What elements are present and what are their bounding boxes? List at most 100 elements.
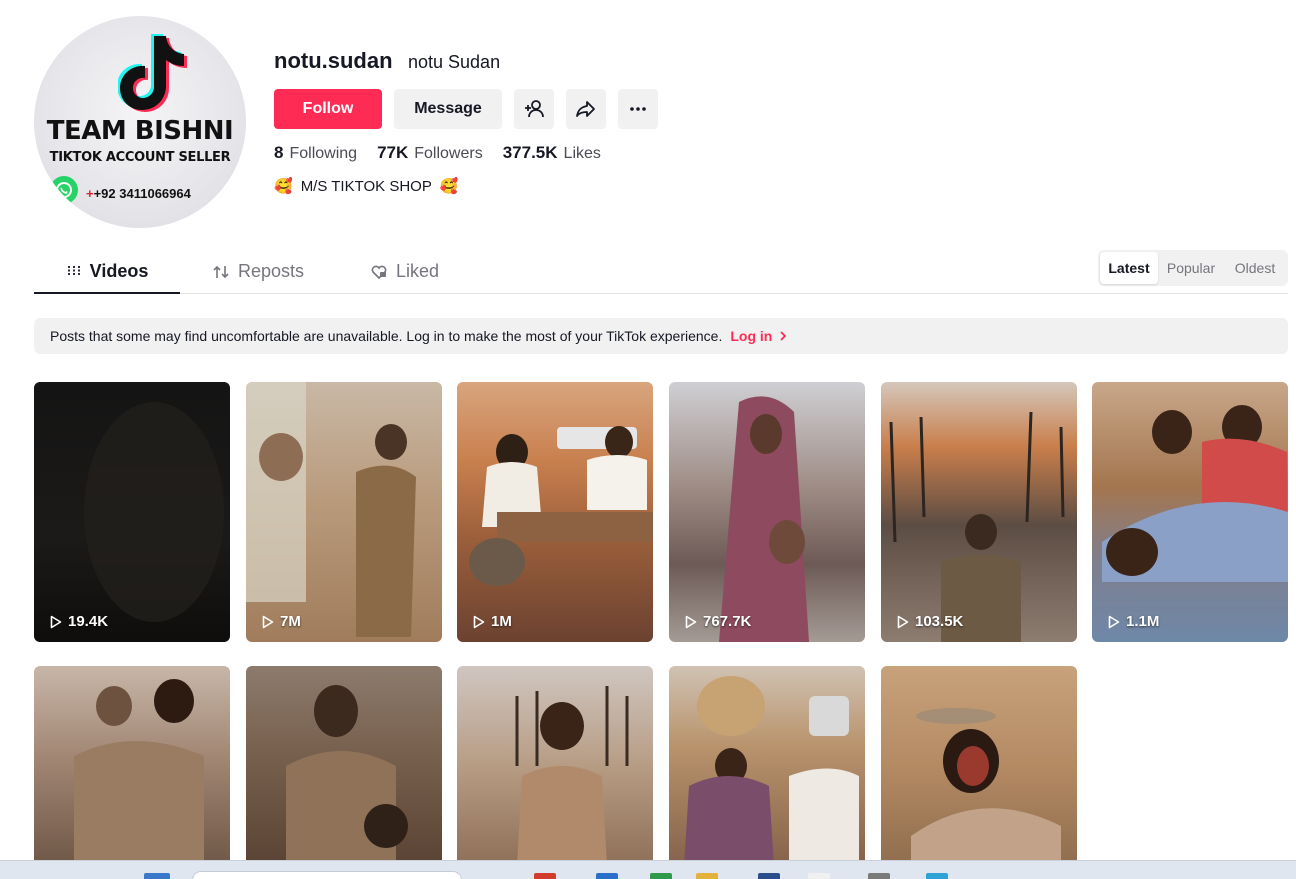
following-label: Following (289, 145, 358, 162)
tab-reposts-label: Reposts (238, 261, 305, 281)
heart-lock-icon (371, 265, 387, 279)
video-thumbnail (889, 411, 1065, 642)
followers-label: Followers (414, 145, 483, 162)
following-stat[interactable]: 8 Following (274, 143, 357, 163)
followers-count: 77K (377, 143, 409, 162)
repost-icon (213, 265, 229, 278)
sort-popular-button[interactable]: Popular (1158, 252, 1224, 284)
play-icon (262, 615, 274, 628)
edge-icon[interactable] (926, 873, 948, 879)
video-card[interactable]: 7M (246, 382, 442, 642)
video-thumbnail (246, 382, 416, 637)
profile-avatar[interactable]: TEAM BISHNI TIKTOK ACCOUNT SELLER ++92 3… (34, 16, 246, 228)
video-views-count: 1M (491, 613, 512, 630)
sort-latest-button[interactable]: Latest (1100, 252, 1158, 284)
message-button[interactable]: Message (394, 89, 502, 129)
play-icon (473, 615, 485, 628)
video-views: 1.1M (1108, 613, 1159, 630)
share-button[interactable] (566, 89, 606, 129)
profile-stats: 8 Following 77K Followers 377.5K Likes (274, 143, 601, 163)
tab-videos[interactable]: Videos (34, 250, 180, 294)
tiktok-logo-icon (118, 34, 187, 112)
video-thumbnail (911, 708, 1061, 866)
video-card[interactable] (881, 666, 1077, 866)
video-thumbnail (684, 676, 859, 866)
video-views-count: 7M (280, 613, 301, 630)
notice-login-label: Log in (730, 328, 773, 344)
taskbar-app-icon[interactable] (650, 873, 672, 879)
video-card[interactable] (669, 666, 865, 866)
taskbar-app-icon[interactable] (868, 873, 890, 879)
video-card[interactable]: 1M (457, 382, 653, 642)
video-card[interactable]: 19.4K (34, 382, 230, 642)
profile-bio: 🥰 M/S TIKTOK SHOP 🥰 (274, 177, 459, 196)
bio-text: M/S TIKTOK SHOP (300, 177, 432, 195)
video-card[interactable]: 103.5K (881, 382, 1077, 642)
tab-reposts[interactable]: Reposts (212, 250, 304, 293)
video-views-count: 1.1M (1126, 613, 1160, 630)
video-views: 103.5K (897, 613, 963, 630)
play-icon (897, 615, 909, 628)
video-card[interactable]: 1.1M (1092, 382, 1288, 642)
windows-start-icon[interactable] (144, 873, 170, 879)
video-card[interactable] (457, 666, 653, 866)
play-icon (1108, 615, 1120, 628)
folder-icon[interactable] (696, 873, 718, 879)
avatar-title: TEAM BISHNI (46, 116, 234, 146)
video-views: 7M (262, 613, 301, 630)
video-card[interactable] (246, 666, 442, 866)
share-arrow-icon (576, 101, 595, 117)
ellipsis-icon (630, 107, 646, 111)
avatar-phone-number: +92 3411066964 (93, 186, 191, 201)
avatar-phone-prefix: + (86, 186, 94, 201)
play-icon (50, 615, 62, 628)
video-thumbnail (515, 686, 629, 866)
taskbar-app-icon[interactable] (808, 873, 830, 879)
video-views: 1M (473, 613, 512, 630)
likes-count: 377.5K (502, 143, 558, 162)
chevron-right-icon (780, 331, 787, 341)
more-options-button[interactable] (618, 89, 658, 129)
taskbar-app-icon[interactable] (758, 873, 780, 879)
video-card[interactable] (34, 666, 230, 866)
followers-stat[interactable]: 77K Followers (377, 143, 483, 163)
follow-button[interactable]: Follow (274, 89, 382, 129)
play-icon (685, 615, 697, 628)
video-thumbnail (286, 685, 408, 866)
video-thumbnail (74, 679, 204, 866)
avatar-subtitle: TIKTOK ACCOUNT SELLER (49, 150, 231, 165)
content-notice-banner: Posts that some may find uncomfortable a… (34, 318, 1288, 354)
notice-text: Posts that some may find uncomfortable a… (50, 328, 723, 344)
taskbar-app-icon[interactable] (596, 873, 618, 879)
sort-oldest-button[interactable]: Oldest (1224, 252, 1286, 284)
video-thumbnail (1102, 405, 1288, 582)
video-thumbnail (719, 396, 809, 642)
video-views: 767.7K (685, 613, 751, 630)
bio-emoji-right: 🥰 (439, 178, 459, 195)
profile-username: notu.sudan (274, 48, 393, 73)
video-views-count: 19.4K (68, 613, 109, 630)
video-card[interactable]: 767.7K (669, 382, 865, 642)
tab-videos-label: Videos (89, 260, 149, 281)
tab-liked-label: Liked (396, 261, 440, 281)
following-count: 8 (274, 143, 284, 162)
tab-liked[interactable]: Liked (370, 250, 439, 293)
notice-login-link[interactable]: Log in (730, 328, 788, 344)
videos-grid-icon (67, 266, 80, 276)
likes-stat: 377.5K Likes (503, 143, 601, 163)
video-views-count: 767.7K (703, 613, 752, 630)
add-friend-button[interactable] (514, 89, 554, 129)
video-thumbnail (469, 426, 653, 586)
taskbar-search-box[interactable] (192, 871, 462, 879)
likes-label: Likes (563, 145, 601, 162)
sort-toggle: Latest Popular Oldest (1098, 250, 1288, 286)
os-taskbar (0, 860, 1296, 879)
whatsapp-icon (50, 176, 78, 204)
video-views-count: 103.5K (915, 613, 964, 630)
bio-emoji-left: 🥰 (274, 178, 293, 195)
chrome-icon[interactable] (534, 873, 556, 879)
add-user-icon (525, 100, 544, 118)
avatar-phone: ++92 3411066964 (86, 186, 191, 201)
video-thumbnail (84, 402, 224, 622)
video-views: 19.4K (50, 613, 108, 630)
